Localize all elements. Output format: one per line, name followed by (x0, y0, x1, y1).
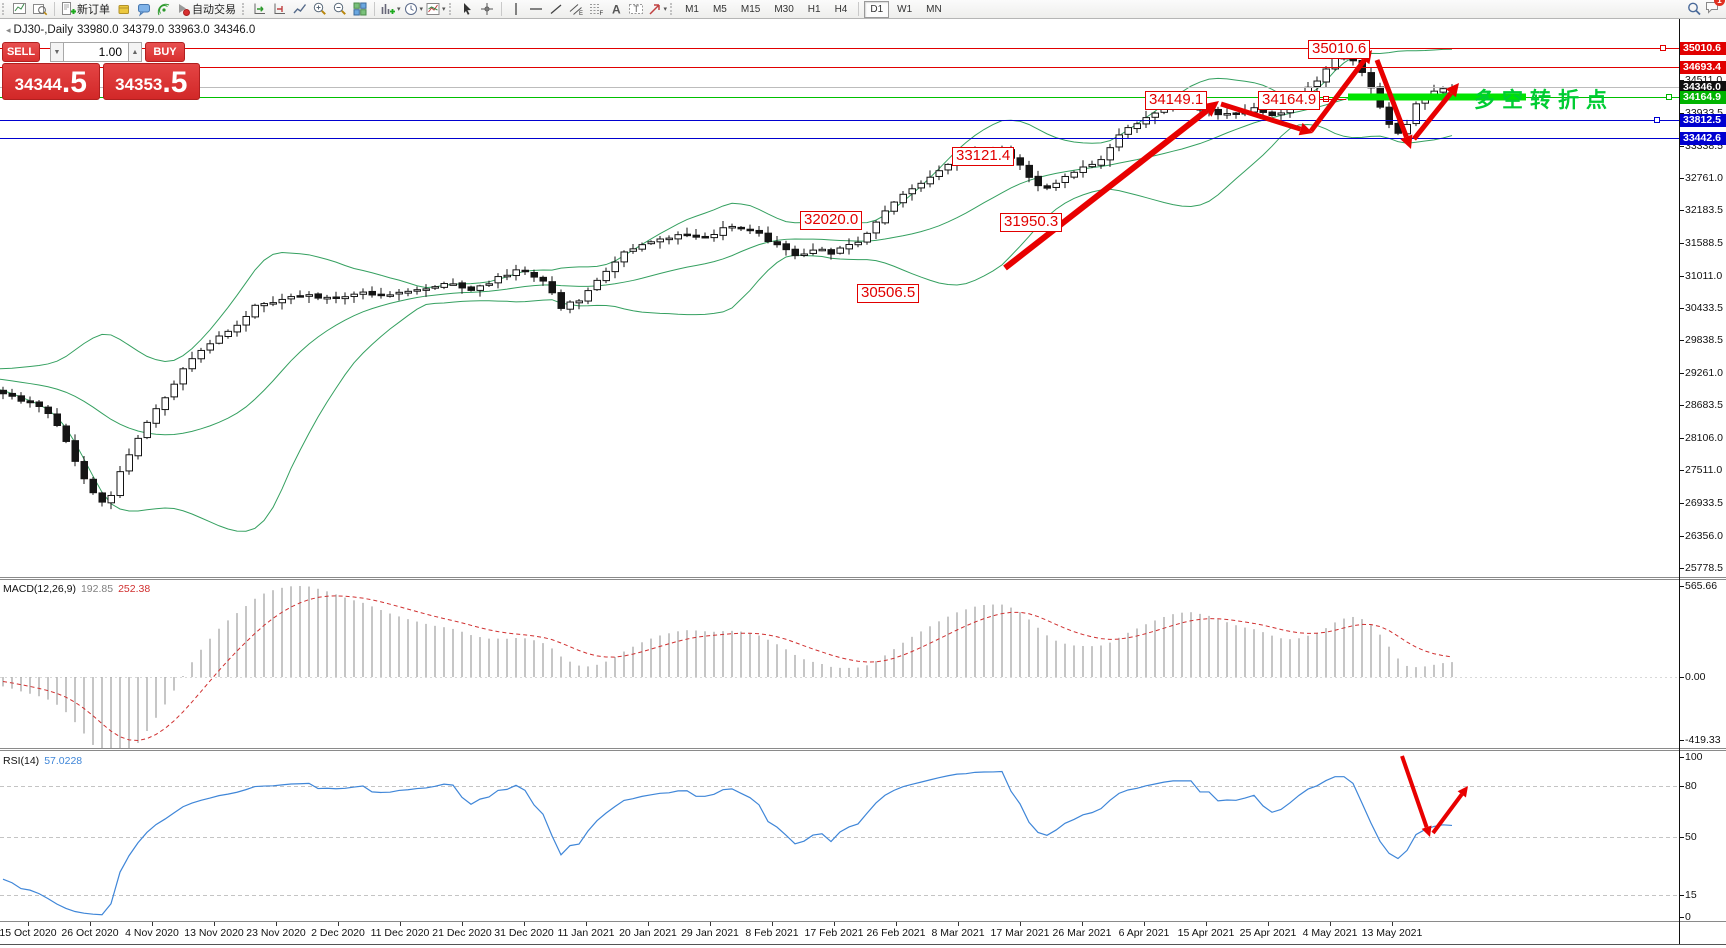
signals-button[interactable] (154, 1, 174, 17)
notifications-button[interactable]: 1 (1704, 0, 1725, 20)
svg-text:F: F (599, 11, 603, 17)
price-annotation-label[interactable]: 34164.9 (1258, 91, 1321, 110)
chart-shift-button[interactable] (270, 1, 290, 17)
timeframe-m30-button[interactable]: M30 (768, 1, 799, 18)
price-annotation-label[interactable]: 35010.6 (1308, 40, 1371, 59)
buy-price-main: 34353 (115, 75, 163, 94)
buy-price-fraction: .5 (162, 66, 188, 99)
trendline-button[interactable] (546, 1, 566, 17)
text-button[interactable]: A (606, 1, 626, 17)
dropdown-caret-icon: ▾ (397, 6, 401, 13)
volume-increase-button[interactable]: ▲ (128, 42, 142, 62)
text-label-button[interactable]: T (626, 1, 646, 17)
new-chart-button[interactable]: ▾ (379, 1, 402, 17)
chart-canvas[interactable] (0, 0, 1726, 948)
line-anchor-handle[interactable] (1654, 117, 1660, 123)
search-button[interactable] (1684, 1, 1704, 17)
price-annotation-label[interactable]: 34149.1 (1145, 91, 1208, 110)
title-symbol: DJ30-,Daily (13, 24, 73, 36)
svg-text:E: E (579, 11, 583, 17)
history-center-button[interactable] (114, 1, 134, 17)
dropdown-caret-icon: ▾ (663, 6, 668, 13)
title-low: 33963.0 (168, 24, 210, 36)
notification-badge: 1 (1714, 0, 1725, 6)
chart-zoom-button[interactable] (30, 1, 50, 17)
fibonacci-button[interactable]: F (586, 1, 606, 17)
price-annotation-label[interactable]: 32020.0 (800, 211, 863, 230)
toolbar: 新订单 自动交易 ▾ ▾ ▾ E F A T ▾ M1 M5 M15 M30 H1 H4 D1 W1 MN 1 (0, 0, 1726, 19)
sell-price-main: 34344 (14, 75, 62, 94)
toolbar-separator (242, 3, 247, 15)
timeframe-w1-button[interactable]: W1 (891, 1, 918, 18)
line-anchor-handle[interactable] (1660, 45, 1666, 51)
rsi-label: RSI(14) 57.0228 (3, 755, 82, 767)
volume-decrease-button[interactable]: ▼ (50, 42, 64, 62)
autotrade-button[interactable]: 自动交易 (174, 1, 240, 17)
vertical-line-button[interactable] (506, 1, 526, 17)
buy-button[interactable]: BUY (145, 42, 185, 62)
price-annotation-label[interactable]: 33121.4 (952, 147, 1015, 166)
toolbar-separator (500, 2, 502, 16)
toolbar-separator (670, 3, 675, 15)
line-chart-button[interactable] (290, 1, 310, 17)
toolbar-separator (448, 3, 454, 15)
periods-button[interactable]: ▾ (402, 1, 425, 17)
tile-windows-button[interactable] (350, 1, 370, 17)
zoom-out-button[interactable] (330, 1, 350, 17)
svg-text:A: A (612, 3, 621, 17)
chart-title: ◂ DJ30-,Daily 33980.0 34379.0 33963.0 34346.0 (6, 24, 259, 36)
dropdown-caret-icon: ▾ (419, 6, 424, 13)
toolbar-separator (2, 3, 7, 15)
timeframe-m15-button[interactable]: M15 (735, 1, 766, 18)
price-annotation-label[interactable]: 30506.5 (857, 284, 920, 303)
cursor-button[interactable] (457, 1, 477, 17)
buy-price[interactable]: 34353.5 (102, 63, 200, 100)
rsi-name: RSI(14) (3, 755, 40, 767)
rsi-value: 57.0228 (44, 755, 83, 767)
toolbar-separator (858, 2, 860, 16)
collapse-arrow-icon[interactable]: ◂ (6, 25, 11, 35)
macd-label: MACD(12,26,9) 192.85 252.38 (3, 583, 150, 595)
autoscroll-button[interactable] (250, 1, 270, 17)
zoom-in-button[interactable] (310, 1, 330, 17)
price-annotation-label[interactable]: 31950.3 (1000, 213, 1063, 232)
new-order-button[interactable]: 新订单 (59, 1, 114, 17)
title-high: 34379.0 (122, 24, 165, 36)
volume-input[interactable]: 1.00 (64, 42, 128, 62)
sell-price[interactable]: 34344.5 (2, 63, 100, 100)
templates-button[interactable]: ▾ (424, 1, 447, 17)
macd-signal-value: 252.38 (118, 583, 151, 595)
macd-name: MACD(12,26,9) (3, 583, 76, 595)
toolbar-separator (374, 2, 375, 16)
mt4-window: 新订单 自动交易 ▾ ▾ ▾ E F A T ▾ M1 M5 M15 M30 H1 H4 D1 W1 MN 1 345… (0, 0, 1726, 948)
sell-price-fraction: .5 (61, 66, 87, 99)
sell-button[interactable]: SELL (2, 42, 40, 62)
one-click-trade-panel: SELL ▼ 1.00 ▲ BUY 34344.5 34353.5 (2, 42, 200, 100)
timeframe-d1-button[interactable]: D1 (864, 0, 890, 18)
timeframe-m5-button[interactable]: M5 (707, 1, 733, 18)
macd-main-value: 192.85 (80, 583, 114, 595)
cn-annotation[interactable]: 多空转折点 (1474, 84, 1614, 114)
dropdown-caret-icon: ▾ (442, 6, 446, 13)
chart-window-button[interactable] (10, 1, 30, 17)
horizontal-line-button[interactable] (526, 1, 546, 17)
community-button[interactable] (134, 1, 154, 17)
timeframe-h1-button[interactable]: H1 (802, 1, 827, 18)
line-anchor-handle[interactable] (1666, 94, 1672, 100)
svg-text:T: T (633, 4, 639, 14)
timeframe-h4-button[interactable]: H4 (829, 1, 854, 18)
arrows-button[interactable]: ▾ (646, 1, 669, 17)
equidistant-channel-button[interactable]: E (566, 1, 586, 17)
crosshair-button[interactable] (477, 1, 497, 17)
timeframe-m1-button[interactable]: M1 (679, 1, 705, 18)
toolbar-separator (54, 2, 55, 16)
title-close: 34346.0 (213, 24, 256, 36)
timeframe-mn-button[interactable]: MN (920, 1, 948, 18)
title-open: 33980.0 (76, 24, 119, 36)
